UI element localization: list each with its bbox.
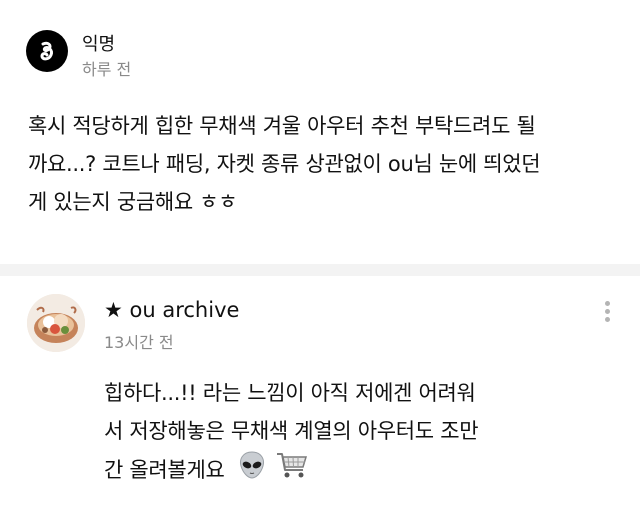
comment-body-line: 힙하다...!! 라는 느낌이 아직 저에겐 어려워 [104,381,476,405]
post-author[interactable]: 익명 [82,30,115,56]
comment-body-line: 서 저장해놓은 무채색 계열의 아우터도 조만 [104,419,479,443]
post-time: 하루 전 [82,60,132,79]
comment-time: 13시간 전 [104,333,174,352]
comment-body-text: 간 올려볼게요 [104,458,225,482]
alien-icon [237,450,267,492]
shopping-cart-icon [275,450,309,492]
food-bowl-icon [27,294,85,352]
comment-body: 힙하다...!! 라는 느낌이 아직 저에겐 어려워 서 저장해놓은 무채색 계… [104,374,624,492]
post-body-line: 까요...? 코트나 패딩, 자켓 종류 상관없이 ou님 눈에 띄었던 [28,152,541,176]
logo-icon [40,41,53,61]
anonymous-avatar[interactable] [26,30,68,72]
post-body-line: 혹시 적당하게 힙한 무채색 겨울 아우터 추천 부탁드려도 될 [28,114,536,138]
section-divider [0,264,640,276]
more-options-icon[interactable] [597,298,617,330]
comment-author[interactable]: ★ ou archive [104,298,239,322]
post-body: 혹시 적당하게 힙한 무채색 겨울 아우터 추천 부탁드려도 될 까요...? … [28,107,628,221]
post-body-line: 게 있는지 궁금해요 ㅎㅎ [28,190,238,214]
comment-body-line: 간 올려볼게요 [104,450,624,492]
commenter-avatar[interactable] [27,294,85,352]
